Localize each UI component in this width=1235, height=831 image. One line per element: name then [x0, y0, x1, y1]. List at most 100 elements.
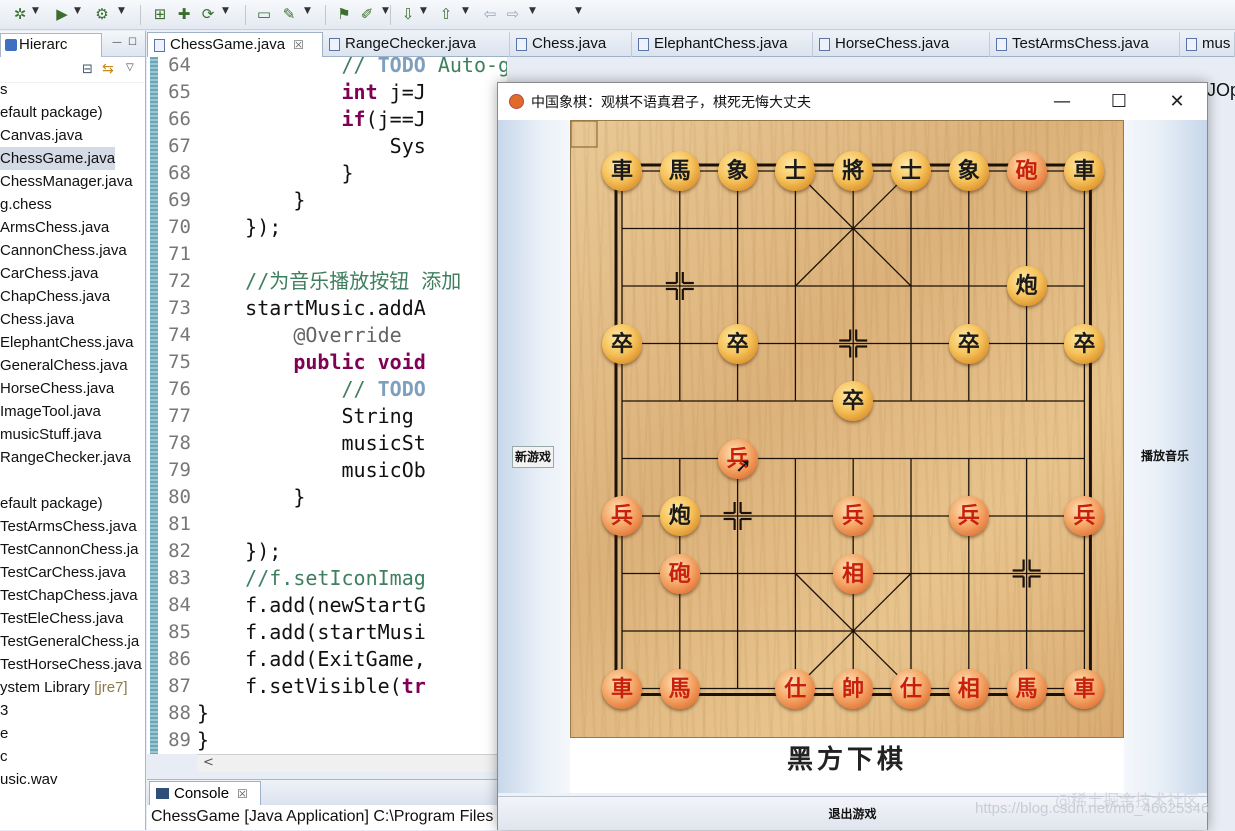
editor-tab[interactable]: ElephantChess.java	[632, 32, 813, 57]
tree-item[interactable]: s	[0, 78, 8, 101]
dropdown-arrow-icon[interactable]: ▼	[529, 6, 539, 16]
highlight-icon[interactable]: ✐	[357, 4, 377, 24]
tree-item[interactable]: GeneralChess.java	[0, 354, 128, 377]
new-game-button[interactable]: 新游戏	[512, 446, 554, 468]
new-package-icon[interactable]: ⊞	[150, 4, 170, 24]
horizontal-scrollbar[interactable]: <	[197, 754, 497, 772]
chess-piece[interactable]: 兵	[948, 496, 989, 536]
dropdown-arrow-icon[interactable]: ▼	[462, 6, 472, 16]
refresh-icon[interactable]: ⟳	[198, 4, 218, 24]
tree-item[interactable]: TestChapChess.java	[0, 584, 138, 607]
tree-item[interactable]: ArmsChess.java	[0, 216, 109, 239]
link-editor-icon[interactable]: ⇆	[102, 61, 114, 77]
tree-item[interactable]: ImageTool.java	[0, 400, 101, 423]
tree-item[interactable]: TestGeneralChess.ja	[0, 630, 139, 653]
tree-item[interactable]: TestArmsChess.java	[0, 515, 137, 538]
tree-item[interactable]: usic.wav	[0, 768, 58, 791]
chess-piece[interactable]: 相	[833, 553, 874, 594]
dropdown-arrow-icon[interactable]: ▼	[304, 6, 314, 16]
external-tools-icon[interactable]: ⚙	[92, 4, 112, 24]
run-icon[interactable]: ▶	[52, 4, 72, 24]
tab-hierarchy[interactable]: Hierarc	[0, 33, 102, 57]
next-annotation-icon[interactable]: ⇩	[398, 4, 418, 24]
scroll-left-icon[interactable]: <	[203, 755, 214, 770]
tree-item[interactable]: TestCannonChess.ja	[0, 538, 138, 561]
chess-piece[interactable]: 車	[602, 668, 642, 709]
tree-item[interactable]: ElephantChess.java	[0, 331, 133, 354]
editor-tab[interactable]: HorseChess.java	[813, 32, 990, 57]
chess-piece[interactable]: 車	[1064, 668, 1105, 709]
chess-piece[interactable]: 兵	[602, 496, 642, 536]
chess-piece[interactable]: 砲	[1006, 151, 1047, 191]
tree-item[interactable]: ChapChess.java	[0, 285, 110, 308]
chess-piece[interactable]: 士	[891, 151, 931, 191]
tree-item[interactable]: CarChess.java	[0, 262, 98, 285]
chess-piece[interactable]: 馬	[659, 151, 700, 191]
chess-piece[interactable]: 仕	[891, 668, 931, 709]
close-icon[interactable]: ☒	[293, 38, 304, 52]
chess-board[interactable]: 車馬象士將士象砲車炮卒卒卒卒卒兵兵炮兵兵兵砲相車馬仕帥仕相馬車 ➚	[570, 120, 1124, 738]
chess-piece[interactable]: 象	[717, 151, 758, 191]
tree-item[interactable]: efault package)	[0, 492, 103, 515]
chess-piece[interactable]: 帥	[833, 668, 874, 709]
chess-piece[interactable]: 卒	[1064, 323, 1105, 364]
tree-item[interactable]: RangeChecker.java	[0, 446, 131, 469]
minimize-icon[interactable]: —	[112, 37, 122, 48]
dropdown-arrow-icon[interactable]: ▼	[420, 6, 430, 16]
back-icon[interactable]: ⇦	[480, 4, 500, 24]
chess-piece[interactable]: 相	[948, 668, 989, 709]
editor-tab[interactable]: TestArmsChess.java	[990, 32, 1180, 57]
play-music-button[interactable]: 播放音乐	[1132, 446, 1198, 468]
tree-item[interactable]: ChessManager.java	[0, 170, 133, 193]
window-maximize-button[interactable]: ☐	[1096, 89, 1142, 115]
chess-piece[interactable]: 將	[833, 151, 874, 191]
tree-item[interactable]: g.chess	[0, 193, 52, 216]
chess-piece[interactable]: 卒	[717, 323, 758, 364]
tree-item[interactable]: c	[0, 745, 8, 768]
code-editor[interactable]: // TODO Auto-generated method stub int j…	[197, 57, 507, 754]
tree-item[interactable]: TestEleChess.java	[0, 607, 123, 630]
pin-icon[interactable]: ⚑	[334, 4, 354, 24]
chess-piece[interactable]: 馬	[1006, 668, 1047, 709]
editor-tab[interactable]: Chess.java	[510, 32, 632, 57]
collapse-all-icon[interactable]: ⊟	[82, 62, 93, 77]
chess-piece[interactable]: 炮	[659, 496, 700, 536]
window-minimize-button[interactable]: —	[1039, 89, 1085, 115]
chess-piece[interactable]: 卒	[602, 323, 642, 364]
dropdown-arrow-icon[interactable]: ▼	[575, 6, 585, 16]
tree-item[interactable]: HorseChess.java	[0, 377, 114, 400]
tree-item[interactable]: musicStuff.java	[0, 423, 101, 446]
chess-piece[interactable]: 炮	[1006, 266, 1047, 306]
chess-piece[interactable]: 卒	[833, 381, 874, 421]
chess-piece[interactable]: 卒	[948, 323, 989, 364]
prev-annotation-icon[interactable]: ⇧	[436, 4, 456, 24]
dropdown-arrow-icon[interactable]: ▼	[222, 6, 232, 16]
chess-piece[interactable]: 砲	[659, 553, 700, 594]
tree-item[interactable]: TestHorseChess.java	[0, 653, 142, 676]
tab-console[interactable]: Console ☒	[149, 781, 261, 806]
editor-tab[interactable]: RangeChecker.java	[323, 32, 510, 57]
tree-item[interactable]: ystem Library [jre7]	[0, 676, 128, 699]
view-menu-icon[interactable]: ▽	[126, 62, 134, 73]
chess-piece[interactable]: 仕	[775, 668, 816, 709]
dropdown-arrow-icon[interactable]: ▼	[32, 6, 42, 16]
pen-icon[interactable]: ✎	[279, 4, 299, 24]
tree-item[interactable]: e	[0, 722, 8, 745]
tree-item[interactable]: ChessGame.java	[0, 147, 116, 170]
forward-icon[interactable]: ⇨	[503, 4, 523, 24]
maximize-icon[interactable]: ☐	[128, 37, 137, 48]
debug-icon[interactable]: ✲	[10, 4, 30, 24]
tree-item[interactable]: CannonChess.java	[0, 239, 127, 262]
editor-tab[interactable]: mus	[1180, 32, 1235, 57]
tree-item[interactable]: efault package)	[0, 101, 103, 124]
tree-item[interactable]: Canvas.java	[0, 124, 83, 147]
chess-piece[interactable]: 兵	[833, 496, 874, 536]
chess-piece[interactable]: 車	[602, 151, 642, 191]
open-folder-icon[interactable]: ▭	[254, 4, 274, 24]
tree-item[interactable]: TestCarChess.java	[0, 561, 126, 584]
dropdown-arrow-icon[interactable]: ▼	[118, 6, 128, 16]
new-class-icon[interactable]: ✚	[174, 4, 194, 24]
chess-piece[interactable]: 馬	[659, 668, 700, 709]
window-close-button[interactable]: ✕	[1154, 89, 1200, 115]
tree-item[interactable]: 3	[0, 699, 8, 722]
